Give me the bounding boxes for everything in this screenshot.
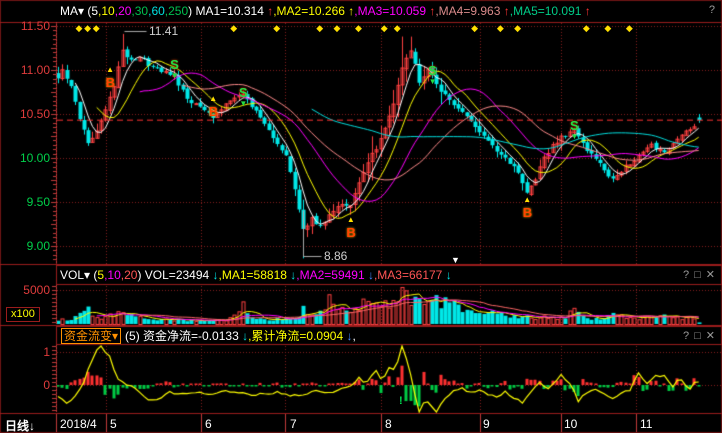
header-segment: (5 [84, 4, 98, 18]
header-segment: ,MA3=10.059 [354, 4, 429, 18]
date-label: 9 [483, 417, 490, 431]
sell-arrow-icon: ▼ [429, 78, 437, 86]
header-segment: ,MA2=59491 [296, 268, 368, 282]
flow-tick-label: 0 [4, 378, 50, 392]
event-diamond-icon: ◆ [334, 24, 341, 33]
price-tick-label: 9.50 [4, 195, 50, 209]
maximize-icon[interactable]: □ [694, 330, 701, 342]
header-segment: 资金净流=-0.0133 [143, 329, 242, 343]
flow-indicator-header: 资金流变▾(5) 资金净流=-0.0133 ↓,累计净流=0.0904 ↓, [61, 329, 356, 343]
buy-arrow-icon: ▲ [523, 196, 531, 204]
header-segment: VOL=23494 [145, 268, 213, 282]
date-label: 10 [564, 417, 577, 431]
event-diamond-icon: ◆ [355, 24, 362, 33]
header-segment: MA1=10.314 [196, 4, 268, 18]
flow-indicator-dropdown[interactable]: 资金流变▾ [61, 328, 121, 344]
header-segment: ↓ [446, 268, 452, 282]
header-segment: ) [188, 4, 195, 18]
event-diamond-icon: ◆ [316, 24, 323, 33]
sell-signal-marker: S [570, 119, 579, 132]
main-panel-icons: ? [709, 4, 715, 16]
event-diamond-icon: ◆ [514, 24, 521, 33]
stock-chart-app: MA▾ (5,10,20,30,60,250) MA1=10.314 ↑,MA2… [0, 0, 722, 433]
header-segment: ,MA1=58818 [219, 268, 291, 282]
event-diamond-icon: ◆ [394, 24, 401, 33]
header-segment: ,20 [115, 4, 132, 18]
event-diamond-icon: ◆ [93, 24, 100, 33]
header-segment: ,累计净流=0.0904 [248, 329, 346, 343]
price-tick-label: 10.00 [4, 151, 50, 165]
header-segment: ,10 [104, 268, 121, 282]
date-label: 5 [110, 417, 117, 431]
vol-indicator-dropdown[interactable]: VOL▾ [60, 268, 90, 282]
sell-signal-marker: S [239, 86, 248, 99]
header-segment: (5) [125, 329, 143, 343]
price-annotation: 8.86 [324, 250, 347, 262]
buy-signal-marker: B [346, 226, 355, 239]
header-segment: ,20 [121, 268, 138, 282]
event-diamond-icon: ◆ [273, 24, 280, 33]
header-segment: ,10 [98, 4, 115, 18]
flow-alert-icon: ! [399, 396, 403, 407]
buy-signal-marker: B [106, 76, 115, 89]
sell-arrow-icon: ▼ [571, 133, 579, 141]
header-segment: , [352, 329, 355, 343]
buy-arrow-icon: ▲ [347, 216, 355, 224]
header-segment: ,MA4=9.963 [435, 4, 503, 18]
buy-signal-marker: B [209, 105, 218, 118]
close-icon[interactable]: ✕ [706, 269, 715, 281]
date-label: 6 [205, 417, 212, 431]
price-tick-label: 11.50 [4, 19, 50, 33]
date-label: 8 [385, 417, 392, 431]
sell-signal-marker: S [170, 58, 179, 71]
flow-tick-label: 1 [4, 345, 50, 359]
event-diamond-icon: ◆ [76, 24, 83, 33]
period-selector[interactable]: 日线↓ [5, 417, 35, 433]
flow-panel-icons: ? □ ✕ [683, 330, 715, 342]
sell-arrow-icon: ▼ [239, 100, 247, 108]
header-segment: ,250 [165, 4, 188, 18]
help-icon[interactable]: ? [683, 330, 689, 342]
volume-tick-label: 5000 [4, 283, 50, 297]
help-icon[interactable]: ? [709, 4, 715, 16]
price-tick-label: 9.00 [4, 239, 50, 253]
buy-arrow-icon: ▲ [209, 95, 217, 103]
event-diamond-icon: ◆ [497, 24, 504, 33]
header-segment: ,30 [131, 4, 148, 18]
help-icon[interactable]: ? [683, 269, 689, 281]
price-tick-label: 10.50 [4, 107, 50, 121]
volume-indicator-header: VOL▾ (5,10,20) VOL=23494 ↓,MA1=58818 ↓,M… [60, 268, 452, 282]
header-segment: ,60 [148, 4, 165, 18]
header-segment: ,MA3=66177 [374, 268, 446, 282]
close-icon[interactable]: ✕ [706, 330, 715, 342]
maximize-icon[interactable]: □ [694, 269, 701, 281]
sell-signal-marker: S [428, 64, 437, 77]
header-segment: ↑ [585, 4, 591, 18]
event-diamond-icon: ◆ [604, 24, 611, 33]
buy-arrow-icon: ▲ [106, 66, 114, 74]
main-indicator-header: MA▾ (5,10,20,30,60,250) MA1=10.314 ↑ ,MA2… [60, 4, 591, 18]
volume-panel-icons: ? □ ✕ [683, 269, 715, 281]
pane-divider-handle[interactable]: ▼ [451, 256, 460, 265]
volume-unit-label: x100 [6, 307, 40, 322]
price-annotation: 11.41 [149, 25, 178, 37]
event-diamond-icon: ◆ [230, 24, 237, 33]
header-segment: ) [137, 268, 144, 282]
header-segment: ,MA2=10.266 [273, 4, 348, 18]
event-diamond-icon: ◆ [84, 24, 91, 33]
sell-arrow-icon: ▼ [171, 72, 179, 80]
ma-indicator-dropdown[interactable]: MA▾ [60, 4, 84, 18]
date-label: 2018/4 [60, 417, 97, 431]
event-diamond-icon: ◆ [381, 24, 388, 33]
header-segment: ,MA5=10.091 [510, 4, 585, 18]
event-diamond-icon: ◆ [583, 24, 590, 33]
event-diamond-icon: ◆ [471, 24, 478, 33]
date-label: 11 [640, 417, 652, 431]
event-diamond-icon: ◆ [626, 24, 633, 33]
price-tick-label: 11.00 [4, 63, 50, 77]
date-label: 7 [290, 417, 297, 431]
buy-signal-marker: B [523, 206, 532, 219]
